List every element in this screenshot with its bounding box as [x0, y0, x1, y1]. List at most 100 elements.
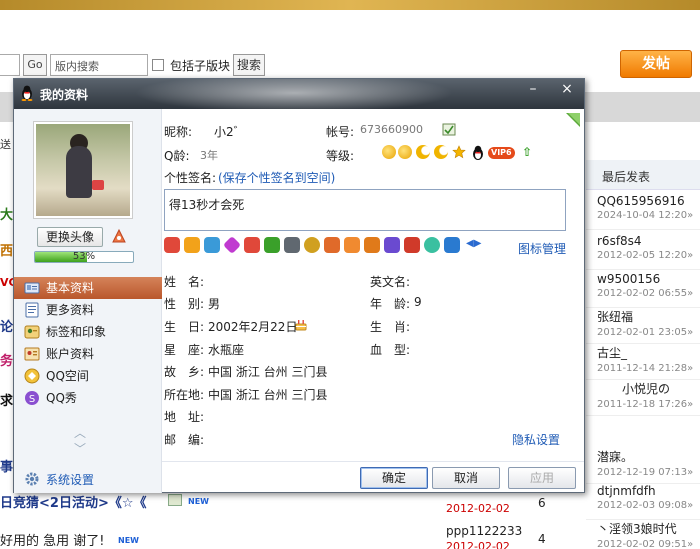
thread-author[interactable]: ppp1122233	[446, 524, 522, 538]
account-label: 帐号:	[326, 125, 355, 139]
include-subboards-checkbox[interactable]	[152, 59, 164, 71]
qq-age-value: 3年	[200, 149, 218, 162]
last-post-item[interactable]: w9500156 2012-02-02 06:55»	[586, 268, 700, 308]
nav-qq-zone[interactable]: QQ空间	[14, 365, 162, 387]
vip-up-arrow-icon: ⇧	[522, 145, 533, 159]
avatar-photo	[36, 124, 130, 216]
new-badge: NEW	[118, 536, 139, 545]
penguin-vip-icon	[473, 145, 483, 160]
nickname-label: 昵称:	[164, 125, 193, 139]
avatar-pendant-icon[interactable]	[110, 228, 128, 246]
feature-icon[interactable]	[284, 237, 300, 253]
post-button[interactable]: 发帖	[620, 50, 692, 78]
nav-more-info[interactable]: 更多资料	[14, 299, 162, 321]
vip-badge[interactable]: VIP6 ⇧	[470, 145, 533, 161]
last-post-item[interactable]: dtjnmfdfh 2012-02-03 09:08»	[586, 480, 700, 520]
field-label-zodiac: 星 座:	[164, 343, 205, 357]
nav-basic-info[interactable]: 基本资料	[14, 277, 162, 299]
search-button[interactable]: 搜索	[233, 54, 265, 76]
titlebar-decoration	[134, 79, 454, 109]
reply-count: 6	[538, 496, 546, 510]
board-search-input[interactable]: 版内搜索	[50, 54, 148, 76]
search-input-fragment[interactable]	[0, 54, 20, 76]
qq-age-label: Q龄:	[164, 149, 190, 163]
feature-icons-row: ◀▶	[164, 235, 494, 257]
vip-level-label: VIP6	[488, 147, 515, 159]
thread-date: 2012-02-02	[446, 502, 510, 515]
feature-icon[interactable]	[304, 237, 320, 253]
minimize-button[interactable]: –	[520, 81, 546, 99]
close-button[interactable]: ×	[554, 81, 580, 99]
nav-scroll-arrows[interactable]: ︿ ﹀	[74, 425, 86, 457]
field-label-location: 所在地:	[164, 388, 205, 402]
cancel-button[interactable]: 取消	[432, 467, 500, 489]
nav-qq-show[interactable]: S QQ秀	[14, 387, 162, 409]
avatar[interactable]	[33, 121, 133, 219]
row-fragment: 事	[0, 460, 14, 475]
last-post-item[interactable]: 丶淫领3娘时代 2012-02-02 09:51»	[586, 516, 700, 549]
last-post-item[interactable]: 张纽福 2012-02-01 23:05»	[586, 304, 700, 344]
field-value-age: 9	[414, 295, 422, 309]
last-post-item[interactable]: 潜寐。 2012-12-19 07:13»	[586, 444, 700, 484]
feature-icon[interactable]	[344, 237, 360, 253]
row-fragment: 西	[0, 244, 14, 259]
field-label-hometown: 故 乡:	[164, 365, 205, 379]
qq-show-icon: S	[25, 391, 39, 405]
feature-icon[interactable]	[444, 237, 460, 253]
dialog-title: 我的资料	[40, 88, 89, 102]
feature-icon[interactable]	[264, 237, 280, 253]
copy-account-icon[interactable]	[442, 123, 456, 136]
go-button[interactable]: Go	[23, 54, 47, 76]
nav-account-info[interactable]: 账户资料	[14, 343, 162, 365]
field-label-address: 地 址:	[164, 410, 205, 424]
feature-icon[interactable]	[204, 237, 220, 253]
feature-icon[interactable]	[324, 237, 340, 253]
field-label-birthday: 生 日:	[164, 320, 205, 334]
heart-icon[interactable]	[164, 237, 180, 253]
save-signature-link[interactable]: (保存个性签名到空间)	[218, 169, 335, 186]
scroll-arrows-icon[interactable]: ◀▶	[466, 238, 481, 249]
row-fragment: 求	[0, 394, 14, 409]
qq-zone-icon	[24, 368, 40, 384]
last-post-item[interactable]: QQ615956916 2024-10-04 12:20»	[586, 190, 700, 230]
gear-icon	[25, 472, 39, 486]
nav-tags-impressions[interactable]: 标签和印象	[14, 321, 162, 343]
account-icon	[24, 347, 40, 361]
star-level-icon	[452, 145, 466, 159]
diamond-icon[interactable]	[222, 235, 242, 255]
profile-content: 昵称: 小2゛ 帐号: 673660900 Q龄: 3年 等级: VIP6 ⇧ …	[162, 109, 584, 493]
signature-label: 个性签名:	[164, 171, 217, 185]
moon-level-icon	[416, 145, 430, 159]
field-label-gender: 性 别:	[164, 297, 205, 311]
reply-count: 4	[538, 532, 546, 546]
feature-icon[interactable]	[244, 237, 260, 253]
new-badge: NEW	[188, 497, 209, 506]
birthday-cake-icon	[295, 320, 307, 331]
tag-person-icon	[24, 325, 40, 339]
account-value: 673660900	[360, 123, 423, 136]
thread-title[interactable]: 日竞猜<2日活动>《☆《	[0, 492, 147, 511]
signature-input[interactable]: 得13秒才会死	[164, 189, 566, 231]
sun-level-icon	[398, 145, 412, 159]
dialog-titlebar[interactable]: 我的资料 – ×	[14, 79, 584, 109]
image-icon	[168, 494, 182, 506]
feature-icon[interactable]	[404, 237, 420, 253]
last-post-item[interactable]: 古尘_ 2011-12-14 21:28»	[586, 340, 700, 380]
change-avatar-button[interactable]: 更换头像	[37, 227, 103, 247]
feature-icon[interactable]	[184, 237, 200, 253]
sun-level-icon	[382, 145, 396, 159]
profile-completion-bar: 53%	[34, 251, 134, 263]
icon-manage-link[interactable]: 图标管理	[518, 240, 566, 257]
ok-button[interactable]: 确定	[360, 467, 428, 489]
system-settings-link[interactable]: 系统设置	[24, 471, 94, 488]
top-banner	[0, 0, 700, 10]
last-post-item[interactable]: r6sf8s4 2012-02-05 12:20»	[586, 230, 700, 270]
feature-icon[interactable]	[424, 237, 440, 253]
feature-icon[interactable]	[364, 237, 380, 253]
apply-button[interactable]: 应用	[508, 467, 576, 489]
field-value-zodiac: 水瓶座	[208, 343, 245, 357]
last-post-item[interactable]: 小悦児の 2011-12-18 17:26»	[586, 376, 700, 416]
feature-icon[interactable]	[384, 237, 400, 253]
thread-title[interactable]: 好用的 急用 谢了!	[0, 530, 104, 549]
privacy-settings-link[interactable]: 隐私设置	[512, 431, 560, 448]
